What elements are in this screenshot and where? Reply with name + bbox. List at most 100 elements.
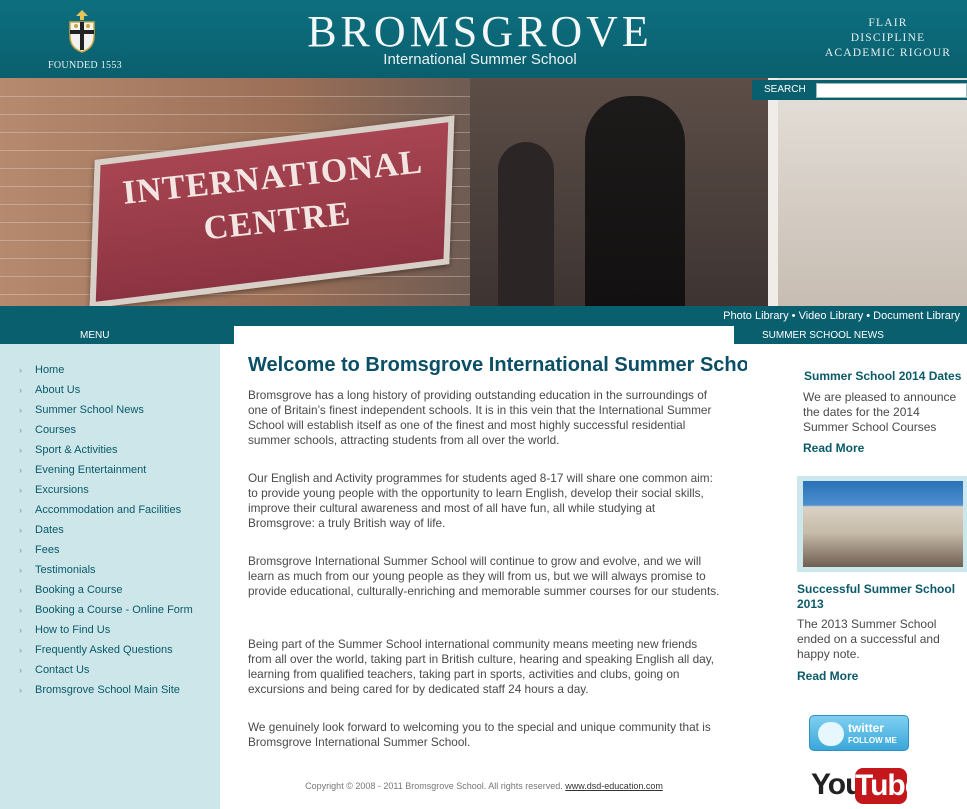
sidebar-menu: › Home › About Us › Summer School News › Cou… — [0, 344, 220, 809]
menu-item-label: Dates — [35, 524, 64, 536]
menu-item-summer-school-news[interactable]: › Summer School News — [0, 402, 220, 422]
menu-item-sport-activities[interactable]: › Sport & Activities — [0, 442, 220, 462]
menu-item-label: Home — [35, 364, 65, 376]
chevron-right-icon: › — [19, 485, 22, 495]
chevron-right-icon: › — [19, 625, 22, 635]
news-body-2013: The 2013 Summer School ended on a succes… — [797, 617, 940, 661]
menu-item-label: Sport & Activities — [35, 444, 118, 456]
menu-item-label: Accommodation and Facilities — [35, 504, 182, 516]
photo-library-link[interactable]: Photo Library — [723, 310, 788, 322]
chevron-right-icon: › — [19, 685, 22, 695]
news-body-2014: We are pleased to announce the dates for… — [803, 390, 957, 434]
menu-item-evening-entertainment[interactable]: › Evening Entertainment — [0, 462, 220, 482]
youtube-logo-link[interactable]: You Tube — [809, 766, 921, 806]
intro-paragraph: Bromsgrove has a long history of providi… — [248, 388, 712, 447]
video-library-link[interactable]: Video Library — [799, 310, 864, 322]
news-sidebar: Summer School 2014 Dates We are pleased … — [747, 344, 967, 809]
brand-subtitle: International Summer School — [383, 51, 577, 68]
menu-item-label: About Us — [35, 384, 81, 396]
youtube-tube: Tube — [855, 768, 921, 804]
chevron-right-icon: › — [19, 645, 22, 655]
chevron-right-icon: › — [19, 665, 22, 675]
read-more-link[interactable]: Read More — [803, 441, 864, 455]
student-figure — [585, 96, 685, 306]
menu-item-faq[interactable]: › Frequently Asked Questions — [0, 642, 220, 662]
chevron-right-icon: › — [19, 425, 22, 435]
menu-item-label: Summer School News — [35, 404, 144, 416]
brand-title[interactable]: BROMSGROVE — [300, 6, 660, 57]
credit-link[interactable]: www.dsd-education.com — [565, 781, 663, 791]
site-header: FOUNDED 1553 BROMSGROVE International Su… — [0, 0, 967, 78]
chevron-right-icon: › — [19, 585, 22, 595]
welcome-paragraph: We genuinely look forward to welcoming y… — [248, 720, 711, 749]
twitter-bird-icon — [818, 722, 844, 746]
chevron-right-icon: › — [19, 385, 22, 395]
page-title: Welcome to Bromsgrove International Summ… — [248, 354, 767, 376]
growth-paragraph: Bromsgrove International Summer School w… — [248, 554, 720, 598]
motto-line: DISCIPLINE — [850, 32, 926, 44]
chevron-right-icon: › — [19, 605, 22, 615]
menu-item-label: Excursions — [35, 484, 89, 496]
twitter-follow-button[interactable]: twitter FOLLOW ME — [809, 715, 909, 751]
chevron-right-icon: › — [19, 505, 22, 515]
twitter-follow-label: FOLLOW ME — [848, 736, 897, 745]
chevron-right-icon: › — [19, 445, 22, 455]
founded-text: FOUNDED 1553 — [48, 60, 122, 71]
motto-line: FLAIR — [868, 17, 908, 29]
news-heading: SUMMER SCHOOL NEWS — [762, 330, 884, 341]
motto-line: ACADEMIC RIGOUR — [824, 47, 952, 59]
chevron-right-icon: › — [19, 365, 22, 375]
menu-item-label: Fees — [35, 544, 60, 556]
chevron-right-icon: › — [19, 405, 22, 415]
menu-item-label: Booking a Course - Online Form — [35, 604, 193, 616]
menu-item-about-us[interactable]: › About Us — [0, 382, 220, 402]
menu-item-dates[interactable]: › Dates — [0, 522, 220, 542]
menu-item-label: Contact Us — [35, 664, 90, 676]
menu-item-testimonials[interactable]: › Testimonials — [0, 562, 220, 582]
menu-item-main-site[interactable]: › Bromsgrove School Main Site — [0, 682, 220, 702]
menu-item-label: Evening Entertainment — [35, 464, 147, 476]
news-title-2014[interactable]: Summer School 2014 Dates — [804, 369, 966, 384]
news-photo-frame[interactable] — [797, 476, 967, 572]
menu-item-label: Bromsgrove School Main Site — [35, 684, 180, 696]
chevron-right-icon: › — [19, 525, 22, 535]
menu-item-excursions[interactable]: › Excursions — [0, 482, 220, 502]
window — [768, 78, 967, 306]
chevron-right-icon: › — [19, 465, 22, 475]
menu-item-contact-us[interactable]: › Contact Us — [0, 662, 220, 682]
search-input[interactable] — [816, 83, 967, 98]
search-bar: SEARCH — [752, 80, 967, 100]
programmes-paragraph: Our English and Activity programmes for … — [248, 471, 713, 530]
news-title-2013[interactable]: Successful Summer School 2013 — [797, 582, 967, 612]
community-paragraph: Being part of the Summer School internat… — [248, 637, 714, 696]
menu-item-booking-a-course[interactable]: › Booking a Course — [0, 582, 220, 602]
school-crest-logo[interactable] — [62, 8, 102, 54]
menu-item-label: Frequently Asked Questions — [35, 644, 173, 656]
motto: FLAIR DISCIPLINE ACADEMIC RIGOUR — [810, 16, 966, 61]
menu-list: › Home › About Us › Summer School News › Cou… — [0, 362, 220, 702]
menu-item-home[interactable]: › Home — [0, 362, 220, 382]
copyright-footer: Copyright © 2008 - 2011 Bromsgrove Schoo… — [234, 781, 734, 791]
menu-item-accommodation[interactable]: › Accommodation and Facilities — [0, 502, 220, 522]
chevron-right-icon: › — [19, 545, 22, 555]
menu-heading: MENU — [80, 330, 110, 341]
media-links: Photo Library • Video Library • Document… — [723, 310, 960, 322]
chevron-right-icon: › — [19, 565, 22, 575]
menu-item-label: How to Find Us — [35, 624, 111, 636]
classroom-photo — [803, 481, 963, 567]
menu-item-how-to-find-us[interactable]: › How to Find Us — [0, 622, 220, 642]
menu-item-booking-online-form[interactable]: › Booking a Course - Online Form — [0, 602, 220, 622]
copyright-text: Copyright © 2008 - 2011 Bromsgrove Schoo… — [305, 781, 563, 791]
hero-banner-image: INTERNATIONAL CENTRE — [0, 78, 967, 306]
menu-item-courses[interactable]: › Courses — [0, 422, 220, 442]
menu-item-fees[interactable]: › Fees — [0, 542, 220, 562]
main-content: Welcome to Bromsgrove International Summ… — [234, 344, 767, 809]
twitter-label: twitter — [848, 721, 884, 735]
menu-item-label: Courses — [35, 424, 76, 436]
menu-item-label: Testimonials — [35, 564, 96, 576]
read-more-link[interactable]: Read More — [797, 669, 858, 683]
search-label: SEARCH — [764, 84, 806, 95]
document-library-link[interactable]: Document Library — [873, 310, 960, 322]
menu-item-label: Booking a Course — [35, 584, 123, 596]
content-tab-top — [234, 326, 734, 344]
